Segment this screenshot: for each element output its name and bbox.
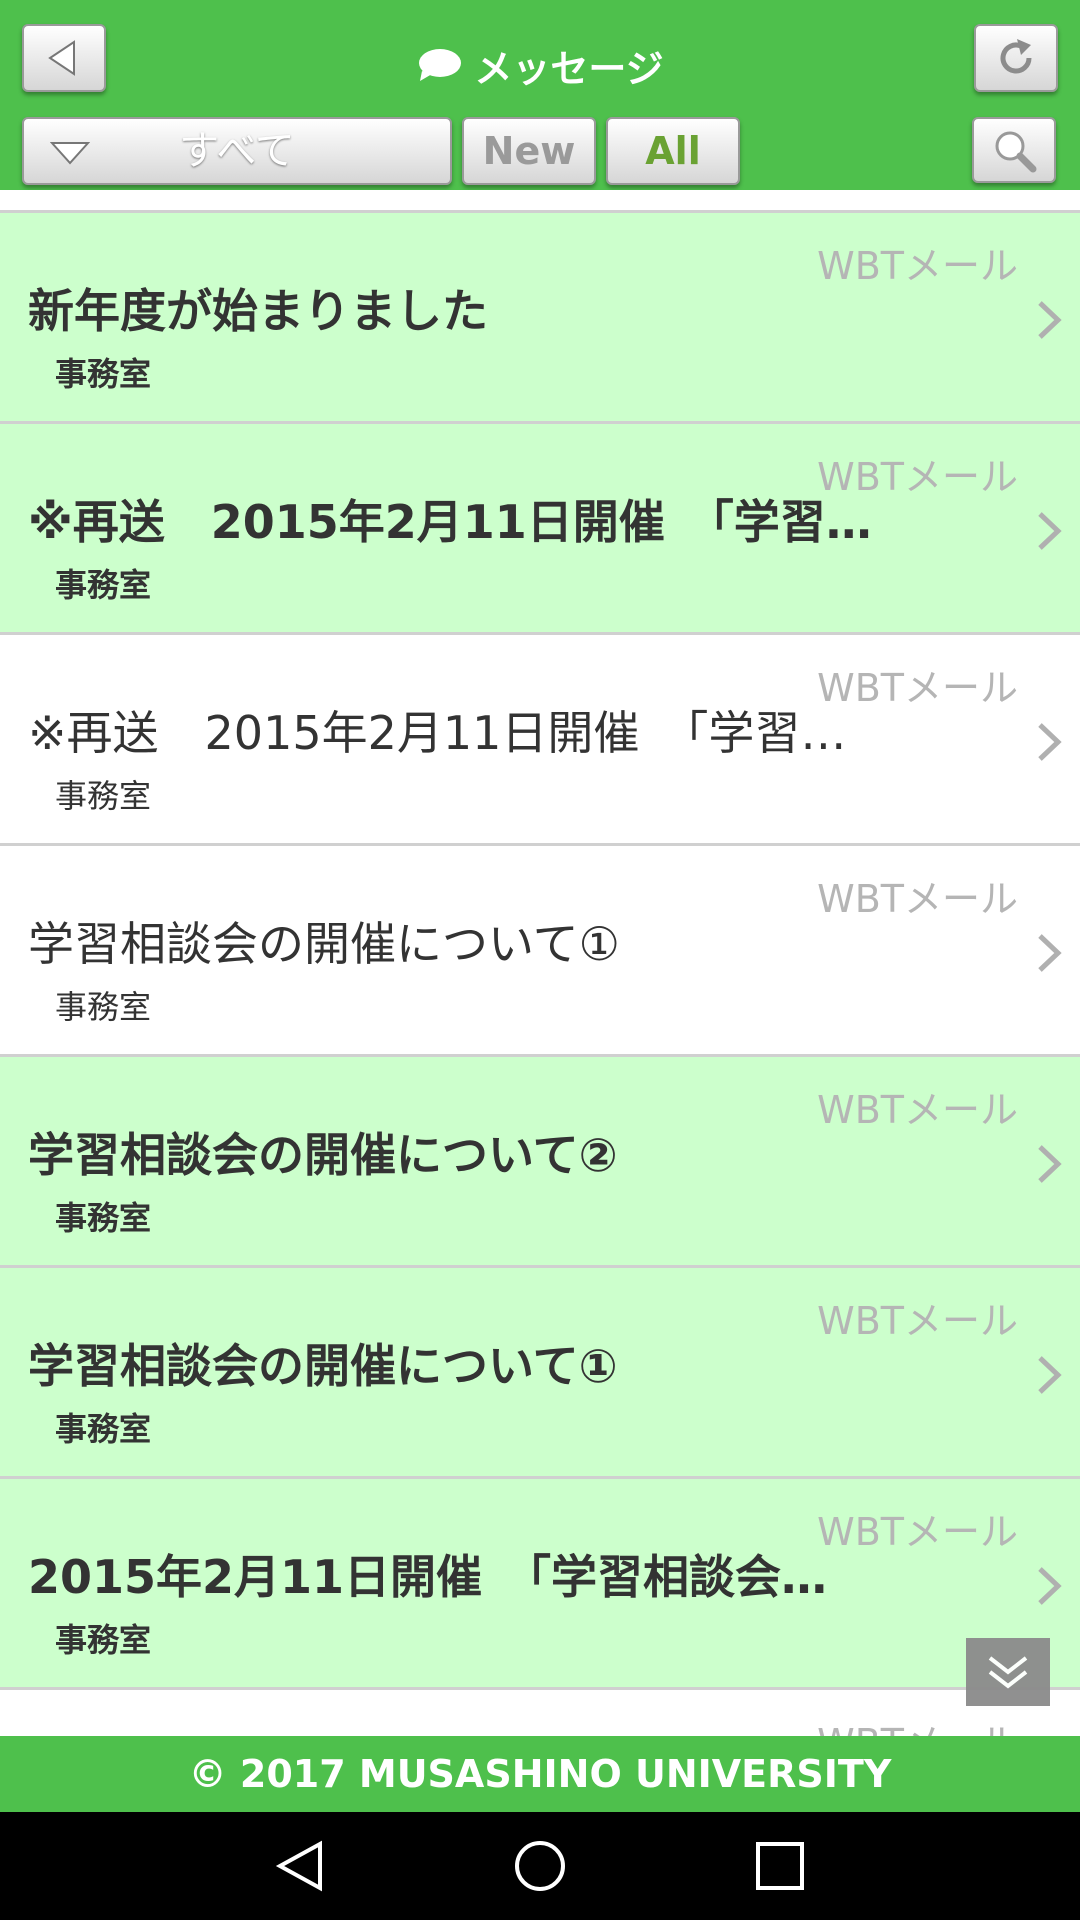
search-button[interactable]: [972, 117, 1056, 183]
message-row[interactable]: WBTメール 学習相談会の開催について② 事務室: [0, 1054, 1080, 1265]
message-subject: ※再送 2015年2月11日開催 「学習…: [28, 495, 872, 549]
message-subject: 学習相談会の開催について②: [28, 1128, 618, 1182]
new-filter-button[interactable]: New: [462, 117, 596, 185]
message-subject: 学習相談会の開催について①: [28, 917, 620, 971]
message-row[interactable]: WBTメール 2015年2月11日開催 「学習相談会… 事務室: [0, 1476, 1080, 1687]
message-sender: 事務室: [55, 1199, 152, 1237]
nav-back-icon[interactable]: [272, 1838, 328, 1894]
nav-recents-icon[interactable]: [752, 1838, 808, 1894]
refresh-icon: [1000, 39, 1032, 74]
nav-home-icon[interactable]: [512, 1838, 568, 1894]
message-sender: 事務室: [55, 355, 152, 393]
refresh-button[interactable]: [974, 24, 1058, 92]
filter-dropdown[interactable]: すべて: [22, 117, 452, 185]
message-sender: 事務室: [55, 988, 152, 1026]
search-icon: [995, 131, 1037, 173]
scroll-to-bottom-button[interactable]: [966, 1638, 1050, 1706]
chevron-right-icon: [1038, 934, 1062, 972]
chevron-right-icon: [1038, 1567, 1062, 1605]
message-row[interactable]: WBTメール ※再送 2015年2月11日開催 「学習… 事務室: [0, 421, 1080, 632]
message-subject: 学習相談会の開催について①: [28, 1339, 618, 1393]
all-filter-button[interactable]: All: [606, 117, 740, 185]
chevron-right-icon: [1038, 1145, 1062, 1183]
message-row[interactable]: WBTメール ※再送 2015年2月11日開催 「学習… 事務室: [0, 632, 1080, 843]
chevron-right-icon: [1038, 512, 1062, 550]
app-header: メッセージ すべて New All: [0, 0, 1080, 190]
message-sender: 事務室: [55, 1410, 152, 1448]
chevron-right-icon: [1038, 723, 1062, 761]
chevron-right-icon: [1038, 301, 1062, 339]
message-subject: 新年度が始まりました: [28, 284, 488, 338]
message-sender: 事務室: [55, 566, 152, 604]
message-list[interactable]: WBTメール 新年度が始まりました 事務室 WBTメール ※再送 2015年2月11日開…: [0, 210, 1080, 1736]
chevron-right-icon: [1038, 1356, 1062, 1394]
message-row[interactable]: WBTメール: [0, 1687, 1080, 1736]
double-chevron-down-icon: [988, 1656, 1028, 1689]
page-title-text: メッセージ: [474, 46, 664, 91]
message-subject: ※再送 2015年2月11日開催 「学習…: [28, 706, 847, 760]
speech-bubble-icon: [419, 49, 462, 81]
filter-label: すべて: [179, 128, 295, 174]
page-title: メッセージ: [0, 30, 1080, 100]
message-row[interactable]: WBTメール 学習相談会の開催について① 事務室: [0, 843, 1080, 1054]
system-nav-bar: [0, 1812, 1080, 1920]
message-row[interactable]: WBTメール 学習相談会の開催について① 事務室: [0, 1265, 1080, 1476]
message-subject: 2015年2月11日開催 「学習相談会…: [28, 1550, 828, 1604]
message-sender: 事務室: [55, 777, 152, 815]
message-sender: 事務室: [55, 1621, 152, 1659]
footer-copyright: © 2017 MUSASHINO UNIVERSITY: [0, 1736, 1080, 1812]
message-row[interactable]: WBTメール 新年度が始まりました 事務室: [0, 210, 1080, 421]
message-source: WBTメール: [817, 1712, 1018, 1736]
header-divider: [0, 190, 1080, 210]
